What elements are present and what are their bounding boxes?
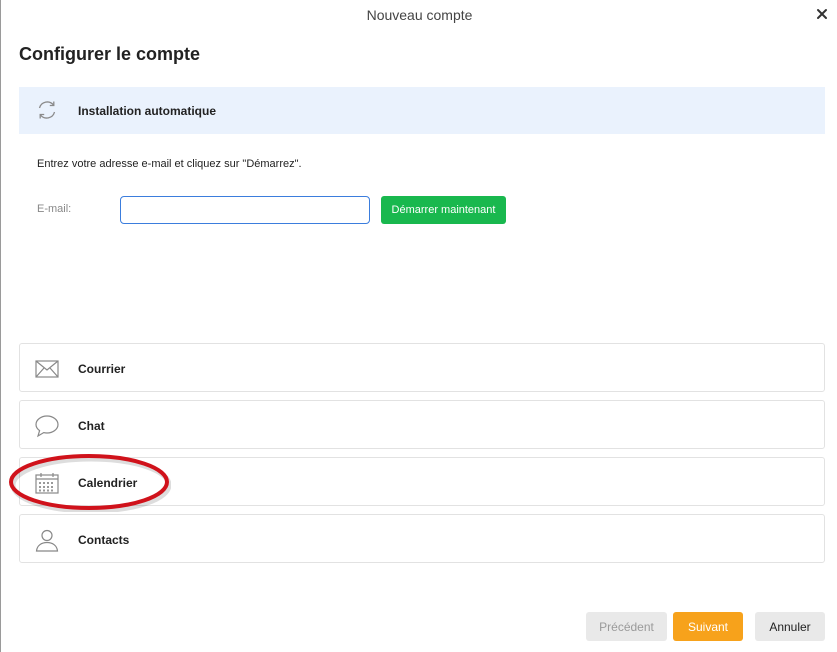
previous-button[interactable]: Précédent [586, 612, 667, 641]
window-title: Nouveau compte [366, 7, 473, 23]
chat-bubble-icon [35, 415, 59, 438]
calendar-icon [35, 473, 59, 494]
auto-setup-label: Installation automatique [78, 104, 217, 118]
refresh-icon [38, 101, 56, 119]
service-label-chat: Chat [78, 419, 105, 433]
close-button[interactable] [814, 6, 830, 22]
next-button[interactable]: Suivant [673, 612, 743, 641]
start-now-button[interactable]: Démarrer maintenant [381, 196, 506, 224]
auto-setup-header: Installation automatique [19, 87, 825, 134]
service-item-contacts[interactable]: Contacts [19, 514, 825, 563]
person-icon [35, 529, 59, 552]
title-bar: Nouveau compte [1, 0, 837, 32]
close-icon [817, 9, 827, 19]
page-title: Configurer le compte [19, 44, 201, 64]
service-list: Courrier Chat Calendrier Contacts [19, 343, 825, 571]
instruction-text: Entrez votre adresse e-mail et cliquez s… [37, 158, 302, 170]
service-item-calendar[interactable]: Calendrier [19, 457, 825, 506]
email-field[interactable] [120, 196, 370, 224]
email-label: E-mail: [37, 203, 72, 215]
new-account-dialog: Nouveau compte Configurer le compte Inst… [0, 0, 837, 652]
service-label-contacts: Contacts [78, 533, 130, 547]
service-item-mail[interactable]: Courrier [19, 343, 825, 392]
service-label-calendar: Calendrier [78, 476, 138, 490]
service-item-chat[interactable]: Chat [19, 400, 825, 449]
mail-icon [35, 360, 59, 378]
cancel-button[interactable]: Annuler [755, 612, 825, 641]
service-label-mail: Courrier [78, 362, 126, 376]
